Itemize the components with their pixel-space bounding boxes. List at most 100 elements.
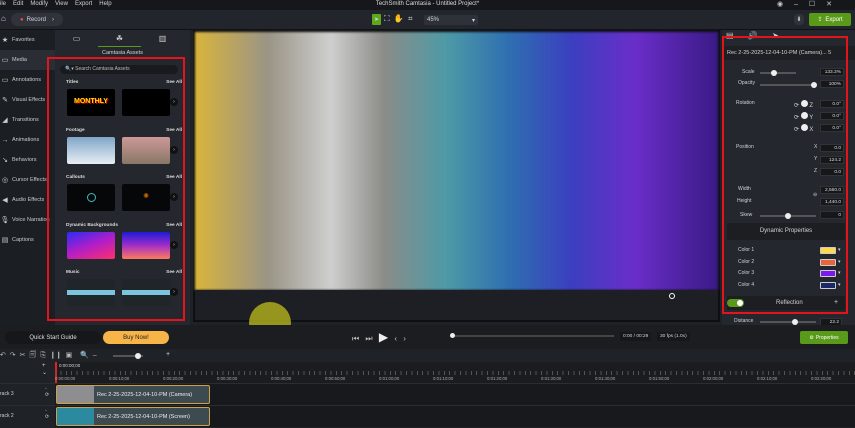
color-1-swatch[interactable]: [820, 247, 836, 254]
asset-thumbnail[interactable]: [67, 231, 115, 259]
height-field[interactable]: 1,440.0: [820, 198, 844, 206]
upload-icon: ⇪: [817, 17, 823, 23]
see-all-link[interactable]: See All: [166, 80, 182, 85]
sidebar-item-cursor-effects[interactable]: ◎ Cursor Effects: [0, 170, 55, 190]
opacity-slider[interactable]: [760, 82, 817, 88]
chevron-right-icon[interactable]: ›: [170, 98, 178, 106]
search-icon: 🔍▾: [65, 66, 76, 72]
timeline-ruler[interactable]: 0:00:00;00 0:00:00;00 0:00:10;00 0:00:20;0…: [55, 362, 855, 383]
lock-aspect-icon[interactable]: ⊖: [813, 192, 817, 198]
sidebar-item-behaviors[interactable]: ↘ Behaviors: [0, 150, 55, 170]
quick-start-guide-button[interactable]: Quick Start Guide: [5, 331, 101, 344]
canvas-tools[interactable]: ⛶ ✋ ⌗: [384, 14, 413, 24]
pin-icon[interactable]: ⬇: [794, 14, 804, 25]
transitions-icon: ◢: [2, 117, 8, 124]
asset-thumbnail[interactable]: [67, 279, 115, 306]
chevron-right-icon[interactable]: ›: [170, 145, 178, 154]
see-all-link[interactable]: See All: [166, 223, 182, 228]
handle-icon[interactable]: [669, 293, 675, 299]
color-3-swatch[interactable]: [820, 270, 836, 278]
scale-field[interactable]: 133.3%: [820, 68, 844, 76]
asset-thumbnail[interactable]: ✺: [122, 184, 170, 211]
sidebar-item-visual-effects[interactable]: ✎ Visual Effects: [0, 90, 55, 110]
pos-z-field[interactable]: 0.0: [820, 168, 844, 176]
reflection-toggle[interactable]: [727, 299, 744, 307]
track-name[interactable]: rack 3: [0, 391, 14, 397]
window-controls[interactable]: ◉ – ☐ ✕: [777, 0, 832, 8]
zoom-select[interactable]: 45% ▾: [424, 15, 478, 25]
asset-thumbnail[interactable]: MONTHLY: [67, 89, 115, 116]
transport-controls[interactable]: ⏮ ⏭ ▶ ‹ ›: [352, 330, 406, 344]
add-icon[interactable]: +: [834, 299, 838, 306]
chevron-right-icon[interactable]: ›: [170, 288, 178, 296]
opacity-field[interactable]: 100%: [820, 80, 844, 88]
tab-library[interactable]: ▥: [141, 30, 184, 47]
see-all-link[interactable]: See All: [166, 175, 182, 180]
sidebar-item-voice-narration[interactable]: 🎙 Voice Narration: [0, 210, 55, 230]
see-all-link[interactable]: See All: [166, 128, 182, 133]
chevron-right-icon[interactable]: ›: [170, 240, 178, 249]
sidebar-item-audio-effects[interactable]: ◀ Audio Effects: [0, 190, 55, 210]
asset-thumbnail[interactable]: [67, 136, 115, 164]
time-display: 0:00 / 00:29: [620, 332, 652, 341]
video-preview[interactable]: [195, 32, 718, 290]
see-all-link[interactable]: See All: [166, 270, 182, 275]
favorites-icon: ★: [1, 37, 9, 44]
timeline-toolbar: ↶ ↷ ✂ 🗐 ⎘ ❙❙ ▣ 🔍 – +: [0, 349, 855, 362]
properties-tabs[interactable]: ▤ 🔊 ➤: [726, 31, 779, 40]
select-tool-icon[interactable]: ➤: [372, 14, 381, 25]
timeline-clip[interactable]: Rec 2-25-2025-12-04-10-PM (Camera): [56, 385, 210, 404]
record-button[interactable]: ● Record ›: [11, 13, 63, 26]
asset-thumbnail[interactable]: [67, 184, 115, 211]
ruler-tick-label: 0:01:30;00: [541, 376, 562, 381]
color-4-swatch[interactable]: [820, 282, 836, 290]
chevron-right-icon[interactable]: ›: [170, 193, 178, 201]
menu-bar: ile Edit Modify View Export Help TechSmi…: [0, 0, 855, 10]
asset-thumbnail[interactable]: [122, 136, 170, 164]
window-title: TechSmith Camtasia - Untitled Project*: [375, 1, 480, 7]
ruler-tick-label: 0:01:00;00: [379, 376, 400, 381]
track-row[interactable]: rack 2 ◦ ⟳ Rec 2-25-2025-12-04-10-PM (Scr…: [0, 405, 855, 428]
ruler-tick-label: 0:02:10;00: [757, 376, 778, 381]
export-button[interactable]: ⇪ Export: [809, 13, 851, 26]
sidebar-item-animations[interactable]: → Animations: [0, 130, 55, 150]
buy-now-button[interactable]: Buy Now!: [103, 331, 169, 344]
width-field[interactable]: 2,560.0: [820, 186, 844, 194]
tab-camtasia-assets[interactable]: ☘: [98, 30, 141, 47]
scale-slider[interactable]: [760, 70, 796, 76]
asset-thumbnail[interactable]: [122, 89, 170, 116]
properties-button[interactable]: ⚙ Properties: [800, 331, 848, 344]
timeline-clip[interactable]: Rec 2-25-2025-12-04-10-PM (Screen): [56, 407, 210, 426]
sidebar-item-transitions[interactable]: ◢ Transitions: [0, 110, 55, 130]
search-input[interactable]: 🔍▾ Search Camtasia Assets: [60, 65, 178, 74]
rot-x-field[interactable]: 0.0°: [820, 124, 844, 132]
skew-slider[interactable]: [760, 213, 816, 219]
skew-field[interactable]: 0: [820, 211, 844, 219]
track-name[interactable]: rack 2: [0, 413, 14, 419]
skew-label: Skew: [740, 212, 753, 218]
track-row[interactable]: rack 3 ◦ ⟳ Rec 2-25-2025-12-04-10-PM (Cam…: [0, 383, 855, 406]
sidebar-item-favorites[interactable]: ★ Favorites: [0, 30, 55, 50]
color-2-swatch[interactable]: [820, 258, 836, 266]
rot-z-field[interactable]: 0.0°: [820, 100, 844, 108]
tab-media-bin[interactable]: ▭: [55, 30, 98, 47]
asset-section-footage: Footage See All ›: [66, 128, 182, 164]
zoom-in-icon[interactable]: +: [166, 351, 170, 358]
sidebar-item-annotations[interactable]: ▭ Annotations: [0, 70, 55, 90]
fps-display[interactable]: 30 fps (1.0x): [657, 332, 690, 341]
annotations-icon: ▭: [1, 77, 9, 84]
pos-x-field[interactable]: 0.0: [820, 144, 844, 152]
rotation-label: Rotation: [736, 100, 755, 106]
rot-y-field[interactable]: 0.0°: [820, 112, 844, 120]
sidebar-item-media[interactable]: ▭ Media: [0, 50, 55, 70]
scrubber[interactable]: [450, 333, 614, 338]
sidebar-item-captions[interactable]: ▤ Captions: [0, 230, 55, 250]
timeline-zoom-slider[interactable]: [113, 353, 143, 359]
audio-effects-icon: ◀: [2, 197, 8, 204]
asset-thumbnail[interactable]: [122, 279, 170, 306]
edit-tools[interactable]: ↶ ↷ ✂ 🗐 ⎘ ❙❙ ▣ 🔍 –: [0, 351, 97, 362]
asset-thumbnail[interactable]: [122, 231, 170, 259]
distance-slider[interactable]: [760, 319, 816, 325]
home-icon[interactable]: ⌂: [1, 14, 6, 23]
pos-y-field[interactable]: 124.2: [820, 156, 844, 164]
